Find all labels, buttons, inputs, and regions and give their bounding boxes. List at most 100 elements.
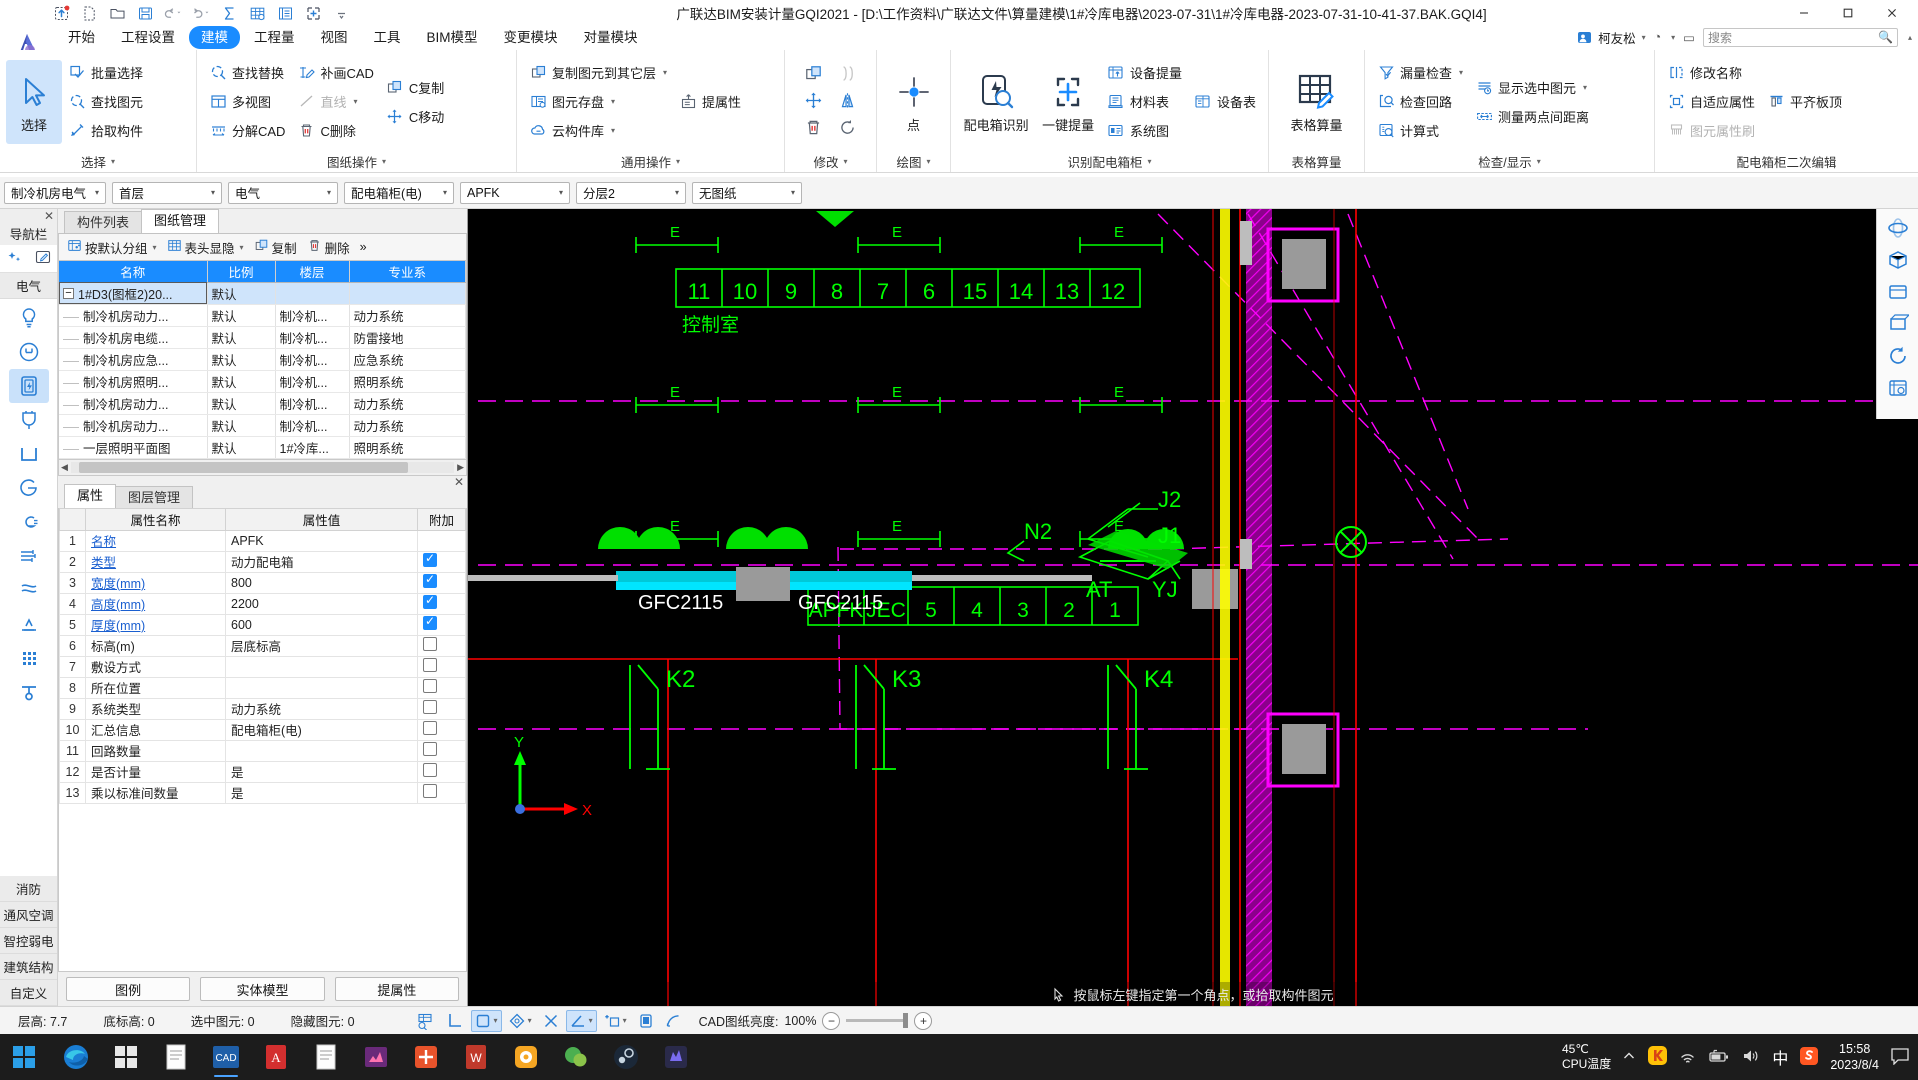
chevron-down-icon[interactable]: ▾	[611, 126, 615, 135]
point-tool-button[interactable]: 点	[886, 60, 942, 144]
property-value[interactable]: 800	[225, 571, 418, 594]
property-name[interactable]: 名称	[85, 529, 226, 552]
chevron-down-icon[interactable]: ▾	[1537, 157, 1541, 166]
property-attach[interactable]	[417, 718, 466, 741]
menu-tab-tools[interactable]: 工具	[362, 26, 413, 49]
view-iso-icon[interactable]	[1881, 309, 1915, 339]
explode-cad-button[interactable]: 分解CAD	[203, 117, 291, 145]
modify-rotate-button[interactable]	[834, 116, 862, 141]
collapse-toggle-icon[interactable]: −	[63, 287, 74, 299]
tab-layer-management[interactable]: 图层管理	[115, 485, 194, 508]
property-value[interactable]: 层底标高	[225, 634, 418, 657]
restore-icon[interactable]: ▭	[1683, 30, 1695, 45]
modify-move-button[interactable]	[800, 89, 828, 114]
chevron-down-icon[interactable]: ▾	[353, 97, 357, 106]
tab-drawing-management[interactable]: 图纸管理	[141, 209, 220, 233]
tray-expand-chevron-icon[interactable]	[1622, 1049, 1636, 1066]
taskbar-app-chart[interactable]	[354, 1036, 398, 1078]
pole-icon[interactable]	[9, 675, 49, 709]
property-attach[interactable]	[417, 613, 466, 636]
property-attach[interactable]	[417, 571, 466, 594]
property-name[interactable]: 标高(m)	[85, 634, 226, 657]
taskbar-clock[interactable]: 15:58 2023/8/4	[1830, 1041, 1879, 1073]
table-row[interactable]: 制冷机房照明... 默认 制冷机... 照明系统	[59, 370, 466, 393]
modify-mirror-button[interactable]	[834, 89, 862, 114]
menu-tab-modeling[interactable]: 建模	[189, 25, 240, 49]
extract-property-button[interactable]: 提属性	[334, 977, 459, 1001]
chevron-down-icon[interactable]: ▾	[787, 188, 799, 197]
more-icon[interactable]	[332, 4, 351, 23]
ribbon-group-draw-title[interactable]: 绘图 ▾	[877, 150, 950, 172]
property-name[interactable]: 敷设方式	[85, 655, 226, 678]
view-plan-icon[interactable]	[1881, 277, 1915, 307]
add-layer-icon[interactable]	[304, 4, 323, 23]
property-row[interactable]: 12 是否计量 是	[59, 760, 466, 783]
taskbar-app-cad[interactable]: CAD	[204, 1036, 248, 1078]
property-value[interactable]: 配电箱柜(电)	[225, 718, 418, 741]
menu-tab-view[interactable]: 视图	[309, 26, 360, 49]
column-header-floor[interactable]: 楼层	[275, 261, 350, 283]
save-element-button[interactable]: 图元存盘 ▾	[523, 88, 673, 116]
chevron-down-icon[interactable]: ▾	[671, 188, 683, 197]
ribbon-group-panel-recognize-title[interactable]: 识别配电箱柜 ▾	[951, 150, 1268, 172]
minimize-button[interactable]	[1782, 0, 1826, 26]
property-name[interactable]: 回路数量	[85, 739, 226, 762]
view-3d-icon[interactable]	[1881, 245, 1915, 275]
cad-copy-button[interactable]: C复制	[380, 73, 450, 101]
modify-delete-button[interactable]	[800, 116, 828, 141]
tree-node-child[interactable]: 制冷机房动力...	[59, 414, 208, 437]
taskbar-app-media[interactable]	[504, 1036, 548, 1078]
taskbar-app-edge[interactable]	[54, 1036, 98, 1078]
panel-recognize-button[interactable]: 配电箱识别	[957, 60, 1035, 144]
attach-checkbox[interactable]	[423, 637, 437, 651]
close-icon[interactable]: ✕	[44, 209, 54, 223]
chevron-down-icon[interactable]: ▾	[153, 243, 157, 252]
close-button[interactable]	[1870, 0, 1914, 26]
chevron-down-icon[interactable]: ▾	[240, 243, 244, 252]
new-file-icon[interactable]	[80, 4, 99, 23]
volume-icon[interactable]	[1741, 1048, 1761, 1067]
chevron-down-icon[interactable]: ▾	[439, 188, 451, 197]
solid-model-button[interactable]: 实体模型	[200, 977, 325, 1001]
tree-node-root[interactable]: −1#D3(图框2)20...	[59, 282, 208, 305]
ime-indicator[interactable]: 中	[1772, 1045, 1788, 1069]
upload-icon[interactable]	[52, 4, 71, 23]
property-value[interactable]: 600	[225, 613, 418, 636]
copy-to-layer-button[interactable]: 复制图元到其它层 ▾	[523, 59, 673, 87]
taskbar-app-game[interactable]	[654, 1036, 698, 1078]
property-row[interactable]: 11 回路数量	[59, 739, 466, 762]
taskbar-app-doc[interactable]	[304, 1036, 348, 1078]
formula-button[interactable]: 计算式	[1371, 117, 1469, 145]
column-header-scale[interactable]: 比例	[207, 261, 276, 283]
leak-check-button[interactable]: 漏量检查 ▾	[1371, 59, 1469, 87]
attach-checkbox[interactable]	[423, 679, 437, 693]
drawing-selector[interactable]: 无图纸 ▾	[692, 181, 802, 204]
pick-component-button[interactable]: 拾取构件	[62, 117, 149, 145]
grid-snap-button[interactable]	[413, 1010, 439, 1032]
property-attach[interactable]	[417, 781, 466, 804]
chevron-down-icon[interactable]: ▾	[844, 157, 848, 166]
nav-category-structure[interactable]: 建筑结构	[0, 954, 57, 980]
property-attach[interactable]	[417, 760, 466, 783]
ribbon-group-select-title[interactable]: 选择 ▾	[0, 150, 196, 172]
attach-checkbox[interactable]	[423, 658, 437, 672]
check-circuit-button[interactable]: 检查回路	[1371, 88, 1469, 116]
chevron-down-icon[interactable]: ▾	[494, 1016, 498, 1025]
help-chevron-icon[interactable]: ▾	[1671, 33, 1675, 42]
user-account[interactable]: 柯友松 ▾	[1577, 28, 1646, 47]
taskbar-app-adobe[interactable]: A	[254, 1036, 298, 1078]
sparkle-icon[interactable]	[6, 249, 22, 268]
chevron-down-icon[interactable]: ▾	[623, 1016, 627, 1025]
property-name[interactable]: 系统类型	[85, 697, 226, 720]
ribbon-collapse-icon[interactable]: ▴	[1908, 33, 1912, 42]
property-name[interactable]: 是否计量	[85, 760, 226, 783]
cad-move-button[interactable]: C移动	[380, 102, 450, 130]
floor-selector[interactable]: 首层 ▾	[112, 181, 222, 204]
property-brush-button[interactable]: 图元属性刷	[1661, 117, 1761, 145]
taskbar-app-store[interactable]	[104, 1036, 148, 1078]
modify-copy-button[interactable]	[800, 62, 828, 87]
measure-distance-button[interactable]: 测量两点间距离	[1469, 102, 1595, 130]
property-name[interactable]: 所在位置	[85, 676, 226, 699]
wifi-icon[interactable]	[1679, 1048, 1697, 1067]
property-attach[interactable]	[417, 739, 466, 762]
